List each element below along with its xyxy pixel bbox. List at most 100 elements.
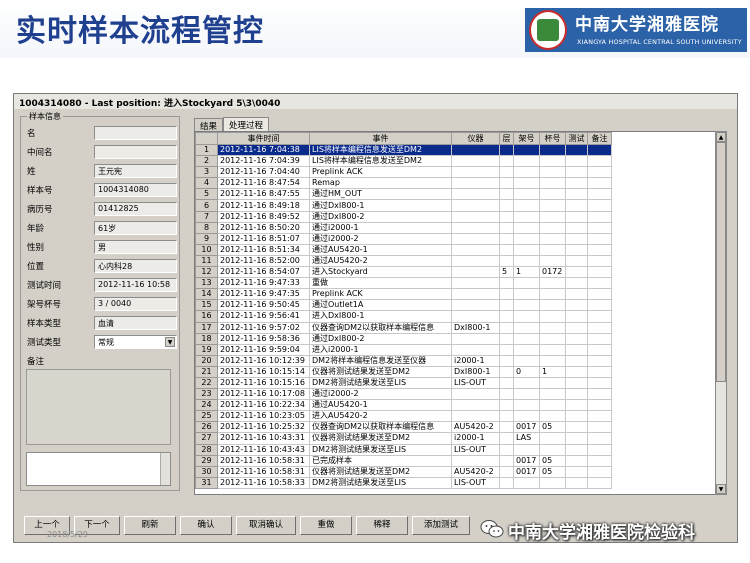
table-row[interactable]: 19 2012-11-16 9:59:04 进入i2000-1 xyxy=(195,343,612,356)
middle-name-field[interactable] xyxy=(94,145,177,159)
table-row[interactable]: 25 2012-11-16 10:23:05 进入AU5420-2 xyxy=(195,410,612,423)
logo-chinese-name: 中南大学湘雅医院 xyxy=(575,15,719,35)
table-row[interactable]: 30 2012-11-16 10:58:31 仪器将测试结果发送至DM2 AU5420… xyxy=(195,465,612,478)
table-row[interactable]: 31 2012-11-16 10:58:33 DM2将测试结果发送至LIS LIS-O… xyxy=(195,476,612,489)
table-cell xyxy=(539,321,566,334)
table-row[interactable]: 26 2012-11-16 10:25:32 仪器查询DM2以获取样本编程信息 AU5… xyxy=(195,421,612,434)
cancel-confirm-button[interactable]: 取消确认 xyxy=(236,516,296,535)
table-row[interactable]: 3 2012-11-16 7:04:40 Preplink ACK xyxy=(195,166,612,179)
table-cell xyxy=(539,232,566,245)
table-row[interactable]: 9 2012-11-16 8:51:07 通过i2000-2 xyxy=(195,232,612,245)
table-row[interactable]: 24 2012-11-16 10:22:34 通过AU5420-1 xyxy=(195,399,612,412)
add-test-button[interactable]: 添加测试 xyxy=(412,516,470,535)
column-header[interactable]: 仪器 xyxy=(451,132,500,145)
table-row[interactable]: 14 2012-11-16 9:47:35 Preplink ACK xyxy=(195,288,612,301)
scroll-thumb[interactable] xyxy=(716,142,726,382)
table-cell xyxy=(513,188,540,201)
table-row[interactable]: 11 2012-11-16 8:52:00 通过AU5420-2 xyxy=(195,254,612,268)
test-type-select[interactable]: 常规 ▼ xyxy=(94,335,177,349)
column-header[interactable]: 测试 xyxy=(565,132,588,145)
table-row[interactable]: 27 2012-11-16 10:43:31 仪器将测试结果发送至DM2 i2000-… xyxy=(195,432,612,445)
table-cell xyxy=(565,321,588,334)
table-cell: DxI800-1 xyxy=(451,365,500,378)
row-number: 13 xyxy=(195,277,218,290)
table-row[interactable]: 20 2012-11-16 10:12:39 DM2将样本编程信息发送至仪器 i200… xyxy=(195,354,612,367)
table-cell xyxy=(451,166,500,179)
medical-record-field[interactable]: 01412825 xyxy=(94,202,177,216)
table-row[interactable]: 4 2012-11-16 8:47:54 Remap xyxy=(195,177,612,190)
chevron-down-icon[interactable]: ▼ xyxy=(165,337,175,347)
table-cell xyxy=(539,410,566,423)
table-row[interactable]: 16 2012-11-16 9:56:41 进入DxI800-1 xyxy=(195,310,612,323)
row-number: 18 xyxy=(195,332,218,345)
table-row[interactable]: 5 2012-11-16 8:47:55 通过HM_OUT xyxy=(195,188,612,201)
first-name-field[interactable] xyxy=(94,126,177,140)
table-cell xyxy=(587,454,612,467)
table-cell xyxy=(565,410,588,423)
table-row[interactable]: 13 2012-11-16 9:47:33 重做 xyxy=(195,277,612,290)
table-row[interactable]: 10 2012-11-16 8:51:34 通过AU5420-1 xyxy=(195,243,612,256)
field-label: 架号杯号 xyxy=(27,300,62,310)
table-row[interactable]: 28 2012-11-16 10:43:43 DM2将测试结果发送至LIS LIS-O… xyxy=(195,443,612,456)
table-row[interactable]: 22 2012-11-16 10:15:16 DM2将测试结果发送至LIS LIS-O… xyxy=(195,376,612,390)
row-number: 12 xyxy=(195,266,218,279)
remark-area[interactable] xyxy=(26,369,171,445)
table-cell xyxy=(539,155,566,168)
table-row[interactable]: 21 2012-11-16 10:15:14 仪器将测试结果发送至DM2 DxI800… xyxy=(195,365,612,378)
scroll-down-icon[interactable]: ▼ xyxy=(716,484,726,494)
table-row[interactable]: 7 2012-11-16 8:49:52 通过DxI800-2 xyxy=(195,210,612,223)
table-row[interactable]: 23 2012-11-16 10:17:08 通过i2000-2 xyxy=(195,388,612,401)
table-row[interactable]: 17 2012-11-16 9:57:02 仪器查询DM2以获取样本编程信息 DxI8… xyxy=(195,321,612,334)
table-row[interactable]: 15 2012-11-16 9:50:45 通过Outlet1A xyxy=(195,299,612,312)
confirm-button[interactable]: 确认 xyxy=(180,516,232,535)
column-header[interactable]: 备注 xyxy=(587,132,612,145)
event-table: 事件时间 事件 仪器层架号 杯号 测试 备注 1 2012-11-16 7:04:38 LIS… xyxy=(195,132,612,489)
location-field[interactable]: 心内科28 xyxy=(94,259,177,273)
row-number: 5 xyxy=(195,188,218,201)
row-number: 2 xyxy=(195,155,218,168)
table-cell: 0017 xyxy=(513,421,540,434)
table-row[interactable]: 6 2012-11-16 8:49:18 通过DxI800-1 xyxy=(195,199,612,212)
table-cell: 05 xyxy=(539,465,566,478)
table-cell xyxy=(539,376,566,390)
dilute-button[interactable]: 稀释 xyxy=(356,516,408,535)
column-header[interactable]: 事件时间 xyxy=(217,132,310,145)
scroll-up-icon[interactable]: ▲ xyxy=(716,132,726,142)
row-number: 10 xyxy=(195,243,218,256)
table-cell: 仪器查询DM2以获取样本编程信息 xyxy=(309,421,452,434)
table-row[interactable]: 29 2012-11-16 10:58:31 已完成样本 0017 05 xyxy=(195,454,612,467)
table-row[interactable]: 8 2012-11-16 8:50:20 通过i2000-1 xyxy=(195,221,612,234)
rack-cup-field[interactable]: 3 / 0040 xyxy=(94,297,177,311)
tab-process[interactable]: 处理过程 xyxy=(223,117,270,131)
field-middle-name: 中间名 xyxy=(27,145,177,159)
table-row[interactable]: 18 2012-11-16 9:58:36 通过DxI800-2 xyxy=(195,332,612,345)
row-number: 30 xyxy=(195,465,218,478)
table-cell: 05 xyxy=(539,421,566,434)
table-row[interactable]: 2 2012-11-16 7:04:39 LIS将样本编程信息发送至DM2 xyxy=(195,155,612,168)
column-header[interactable]: 架号 xyxy=(513,132,540,145)
column-header-rownum[interactable] xyxy=(195,132,218,145)
age-field[interactable]: 61岁 xyxy=(94,221,177,235)
table-cell xyxy=(451,210,500,223)
table-cell xyxy=(587,343,612,356)
sample-type-field[interactable]: 血清 xyxy=(94,316,177,330)
sex-field[interactable]: 男 xyxy=(94,240,177,254)
tab-result[interactable]: 结果 xyxy=(194,118,224,132)
table-cell xyxy=(451,199,500,212)
column-header[interactable]: 杯号 xyxy=(539,132,566,145)
column-header[interactable]: 事件 xyxy=(309,132,452,145)
table-cell xyxy=(451,243,500,256)
grid-scrollbar[interactable]: ▲ ▼ xyxy=(715,131,727,495)
table-cell: DM2将测试结果发送至LIS xyxy=(309,443,452,456)
note-textbox[interactable] xyxy=(26,452,171,486)
refresh-button[interactable]: 刷新 xyxy=(124,516,176,535)
test-time-field[interactable]: 2012-11-16 10:58 xyxy=(94,278,177,292)
last-name-field[interactable]: 王元宪 xyxy=(94,164,177,178)
column-header[interactable]: 层 xyxy=(499,132,514,145)
table-row[interactable]: 1 2012-11-16 7:04:38 LIS将样本编程信息发送至DM2 xyxy=(195,143,612,157)
redo-button[interactable]: 重做 xyxy=(300,516,352,535)
table-row[interactable]: 12 2012-11-16 8:54:07 进入Stockyard 5 1 0172 xyxy=(195,266,612,279)
note-scrollbar[interactable] xyxy=(160,453,170,485)
table-cell xyxy=(451,143,500,157)
sample-id-field[interactable]: 1004314080 xyxy=(94,183,177,197)
